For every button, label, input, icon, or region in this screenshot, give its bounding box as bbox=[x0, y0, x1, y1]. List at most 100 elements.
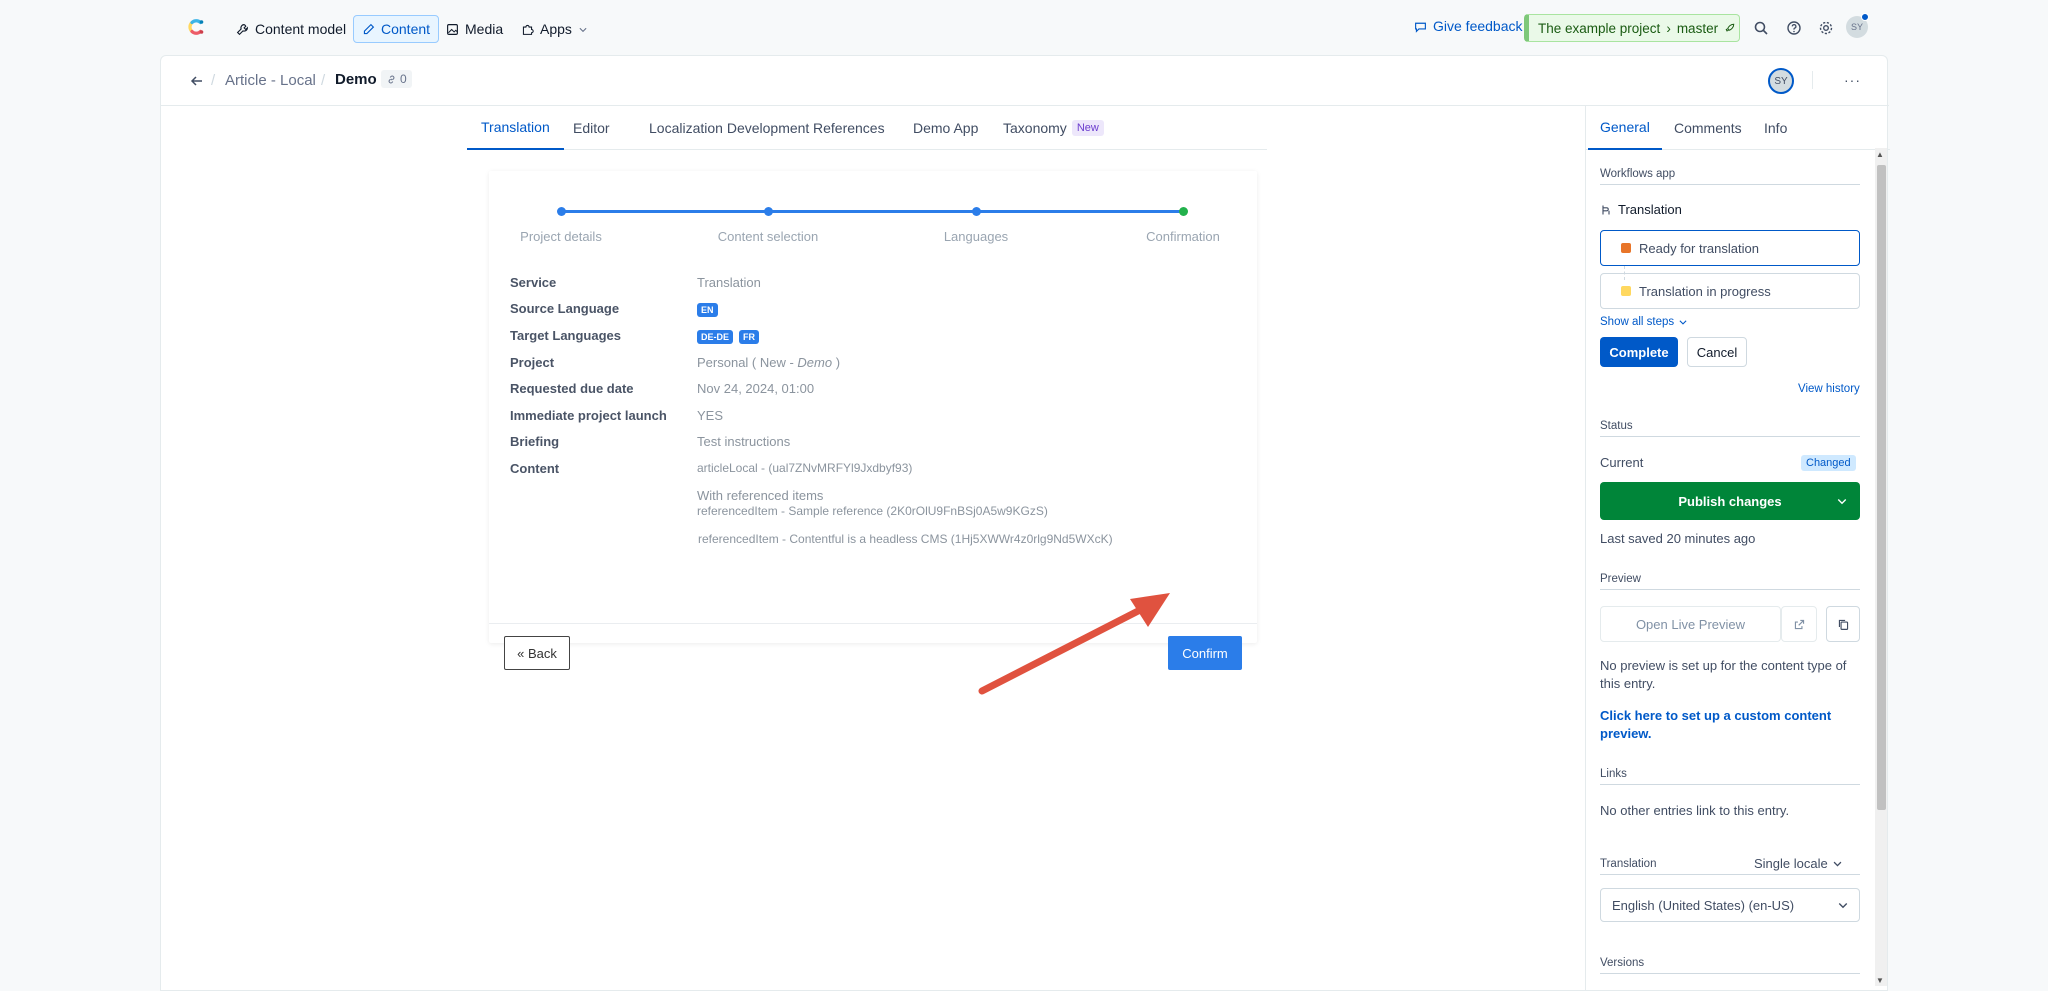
breadcrumb-content-type[interactable]: Article - Local bbox=[225, 72, 316, 89]
puzzle-icon bbox=[522, 24, 534, 35]
changed-badge: Changed bbox=[1801, 455, 1856, 471]
scroll-down-arrow[interactable]: ▼ bbox=[1876, 976, 1884, 985]
nav-apps-label: Apps bbox=[540, 21, 572, 37]
feedback-icon bbox=[1415, 22, 1426, 33]
language-badge: EN bbox=[697, 303, 718, 317]
tab-demo-app[interactable]: Demo App bbox=[899, 106, 992, 150]
sidebar-tabs: General Comments Info bbox=[1586, 106, 1890, 150]
references-badge[interactable]: 0 bbox=[381, 70, 412, 88]
locale-select[interactable]: English (United States) (en-US) bbox=[1600, 888, 1860, 922]
divider bbox=[1812, 71, 1813, 89]
step-label-content-selection: Content selection bbox=[717, 229, 819, 244]
locale-select-value: English (United States) (en-US) bbox=[1612, 897, 1795, 913]
new-badge: New bbox=[1071, 120, 1104, 136]
tab-taxonomy[interactable]: Taxonomy New bbox=[989, 106, 1118, 150]
target-languages-label: Target Languages bbox=[510, 328, 622, 343]
preview-header: Preview bbox=[1600, 573, 1860, 590]
editor-avatar[interactable]: SY bbox=[1768, 68, 1794, 94]
immediate-launch-value: YES bbox=[697, 408, 724, 423]
view-history-link[interactable]: View history bbox=[1798, 383, 1860, 395]
contentful-logo[interactable] bbox=[184, 15, 208, 39]
show-all-steps-label: Show all steps bbox=[1600, 316, 1675, 328]
language-badge: FR bbox=[739, 330, 760, 344]
language-badge: DE-DE bbox=[697, 330, 734, 344]
translation-wizard-card: Project details Content selection Langua… bbox=[489, 171, 1257, 670]
links-header: Links bbox=[1600, 768, 1860, 785]
single-locale-dropdown[interactable]: Single locale bbox=[1754, 856, 1843, 871]
immediate-launch-label: Immediate project launch bbox=[510, 408, 667, 423]
chevron-down-icon bbox=[1838, 903, 1848, 909]
entry-header: / Article - Local / Demo 0 SY ··· bbox=[161, 56, 1889, 106]
back-button[interactable]: « Back bbox=[504, 636, 570, 670]
tab-references[interactable]: References bbox=[799, 106, 899, 150]
env-project-name: The example project bbox=[1538, 20, 1661, 36]
source-language-value: EN bbox=[697, 301, 724, 317]
setup-preview-link[interactable]: Click here to set up a custom content pr… bbox=[1600, 707, 1862, 743]
versions-header: Versions bbox=[1600, 957, 1860, 974]
tab-general[interactable]: General bbox=[1588, 106, 1662, 150]
step-label-project-details: Project details bbox=[520, 229, 602, 244]
step-connector bbox=[561, 210, 768, 213]
nav-media-label: Media bbox=[465, 21, 504, 37]
publish-changes-button[interactable]: Publish changes bbox=[1600, 482, 1860, 520]
wrench-icon bbox=[236, 23, 248, 35]
status-header: Status bbox=[1600, 420, 1860, 437]
arrow-left-icon[interactable] bbox=[189, 73, 205, 89]
service-label: Service bbox=[510, 275, 557, 290]
tab-translation[interactable]: Translation bbox=[467, 106, 564, 150]
nav-apps[interactable]: Apps bbox=[513, 15, 596, 43]
no-links-text: No other entries link to this entry. bbox=[1600, 803, 1790, 818]
copy-icon[interactable] bbox=[1826, 606, 1860, 642]
workflow-step-in-progress[interactable]: Translation in progress bbox=[1600, 273, 1860, 309]
project-value-pre: Personal ( New - bbox=[697, 355, 798, 370]
step-dot bbox=[557, 207, 566, 216]
show-all-steps-link[interactable]: Show all steps bbox=[1600, 316, 1688, 328]
cancel-button[interactable]: Cancel bbox=[1687, 337, 1747, 367]
tab-info[interactable]: Info bbox=[1752, 106, 1799, 150]
tab-editor[interactable]: Editor bbox=[559, 106, 624, 150]
more-options-icon[interactable]: ··· bbox=[1844, 72, 1861, 88]
open-live-preview-button[interactable]: Open Live Preview bbox=[1600, 606, 1781, 642]
step-dot bbox=[972, 207, 981, 216]
single-locale-label: Single locale bbox=[1754, 856, 1828, 871]
project-value-post: ) bbox=[832, 355, 841, 370]
briefing-value: Test instructions bbox=[697, 434, 791, 449]
scroll-up-arrow[interactable]: ▲ bbox=[1876, 150, 1884, 159]
chevron-down-icon bbox=[579, 27, 587, 32]
step-dot-current bbox=[1179, 207, 1188, 216]
environment-switcher[interactable]: The example project › master bbox=[1524, 14, 1740, 42]
chevron-down-icon[interactable] bbox=[1836, 495, 1848, 507]
step-dot bbox=[764, 207, 773, 216]
nav-media[interactable]: Media bbox=[438, 15, 511, 43]
step-status-square bbox=[1621, 286, 1631, 296]
tab-comments[interactable]: Comments bbox=[1662, 106, 1754, 150]
no-preview-text: No preview is set up for the content typ… bbox=[1600, 658, 1847, 691]
due-date-label: Requested due date bbox=[510, 381, 634, 396]
workflow-name: Translation bbox=[1618, 202, 1682, 217]
workflow-step-in-progress-label: Translation in progress bbox=[1639, 283, 1771, 299]
nav-content-model[interactable]: Content model bbox=[228, 15, 354, 43]
content-label: Content bbox=[510, 461, 560, 476]
pencil-icon bbox=[363, 23, 375, 34]
search-icon[interactable] bbox=[1753, 20, 1769, 36]
gear-icon[interactable] bbox=[1818, 20, 1834, 36]
nav-content[interactable]: Content bbox=[353, 15, 440, 43]
project-value-name: Demo bbox=[797, 355, 833, 370]
editor-tabs: Translation Editor Localization Developm… bbox=[467, 106, 1267, 150]
content-main-value: articleLocal - (ual7ZNvMRFYl9Jxdbyf93) bbox=[697, 461, 913, 475]
help-icon[interactable] bbox=[1786, 20, 1802, 36]
step-connector bbox=[768, 210, 976, 213]
target-languages-value: DE-DE FR bbox=[697, 328, 765, 344]
external-link-icon[interactable] bbox=[1781, 606, 1817, 642]
current-label: Current bbox=[1600, 455, 1644, 470]
step-status-square bbox=[1621, 243, 1631, 253]
entry-sidebar: General Comments Info Workflows app Tran… bbox=[1585, 106, 1890, 991]
tab-localization-development[interactable]: Localization Development bbox=[635, 106, 823, 150]
due-date-value: Nov 24, 2024, 01:00 bbox=[697, 381, 815, 396]
give-feedback-link[interactable]: Give feedback bbox=[1414, 18, 1523, 34]
tab-taxonomy-label: Taxonomy bbox=[1003, 120, 1067, 136]
scrollbar-thumb[interactable] bbox=[1877, 165, 1886, 810]
complete-button[interactable]: Complete bbox=[1600, 337, 1678, 367]
last-saved-text: Last saved 20 minutes ago bbox=[1600, 531, 1756, 546]
workflow-step-ready[interactable]: Ready for translation bbox=[1600, 230, 1860, 266]
